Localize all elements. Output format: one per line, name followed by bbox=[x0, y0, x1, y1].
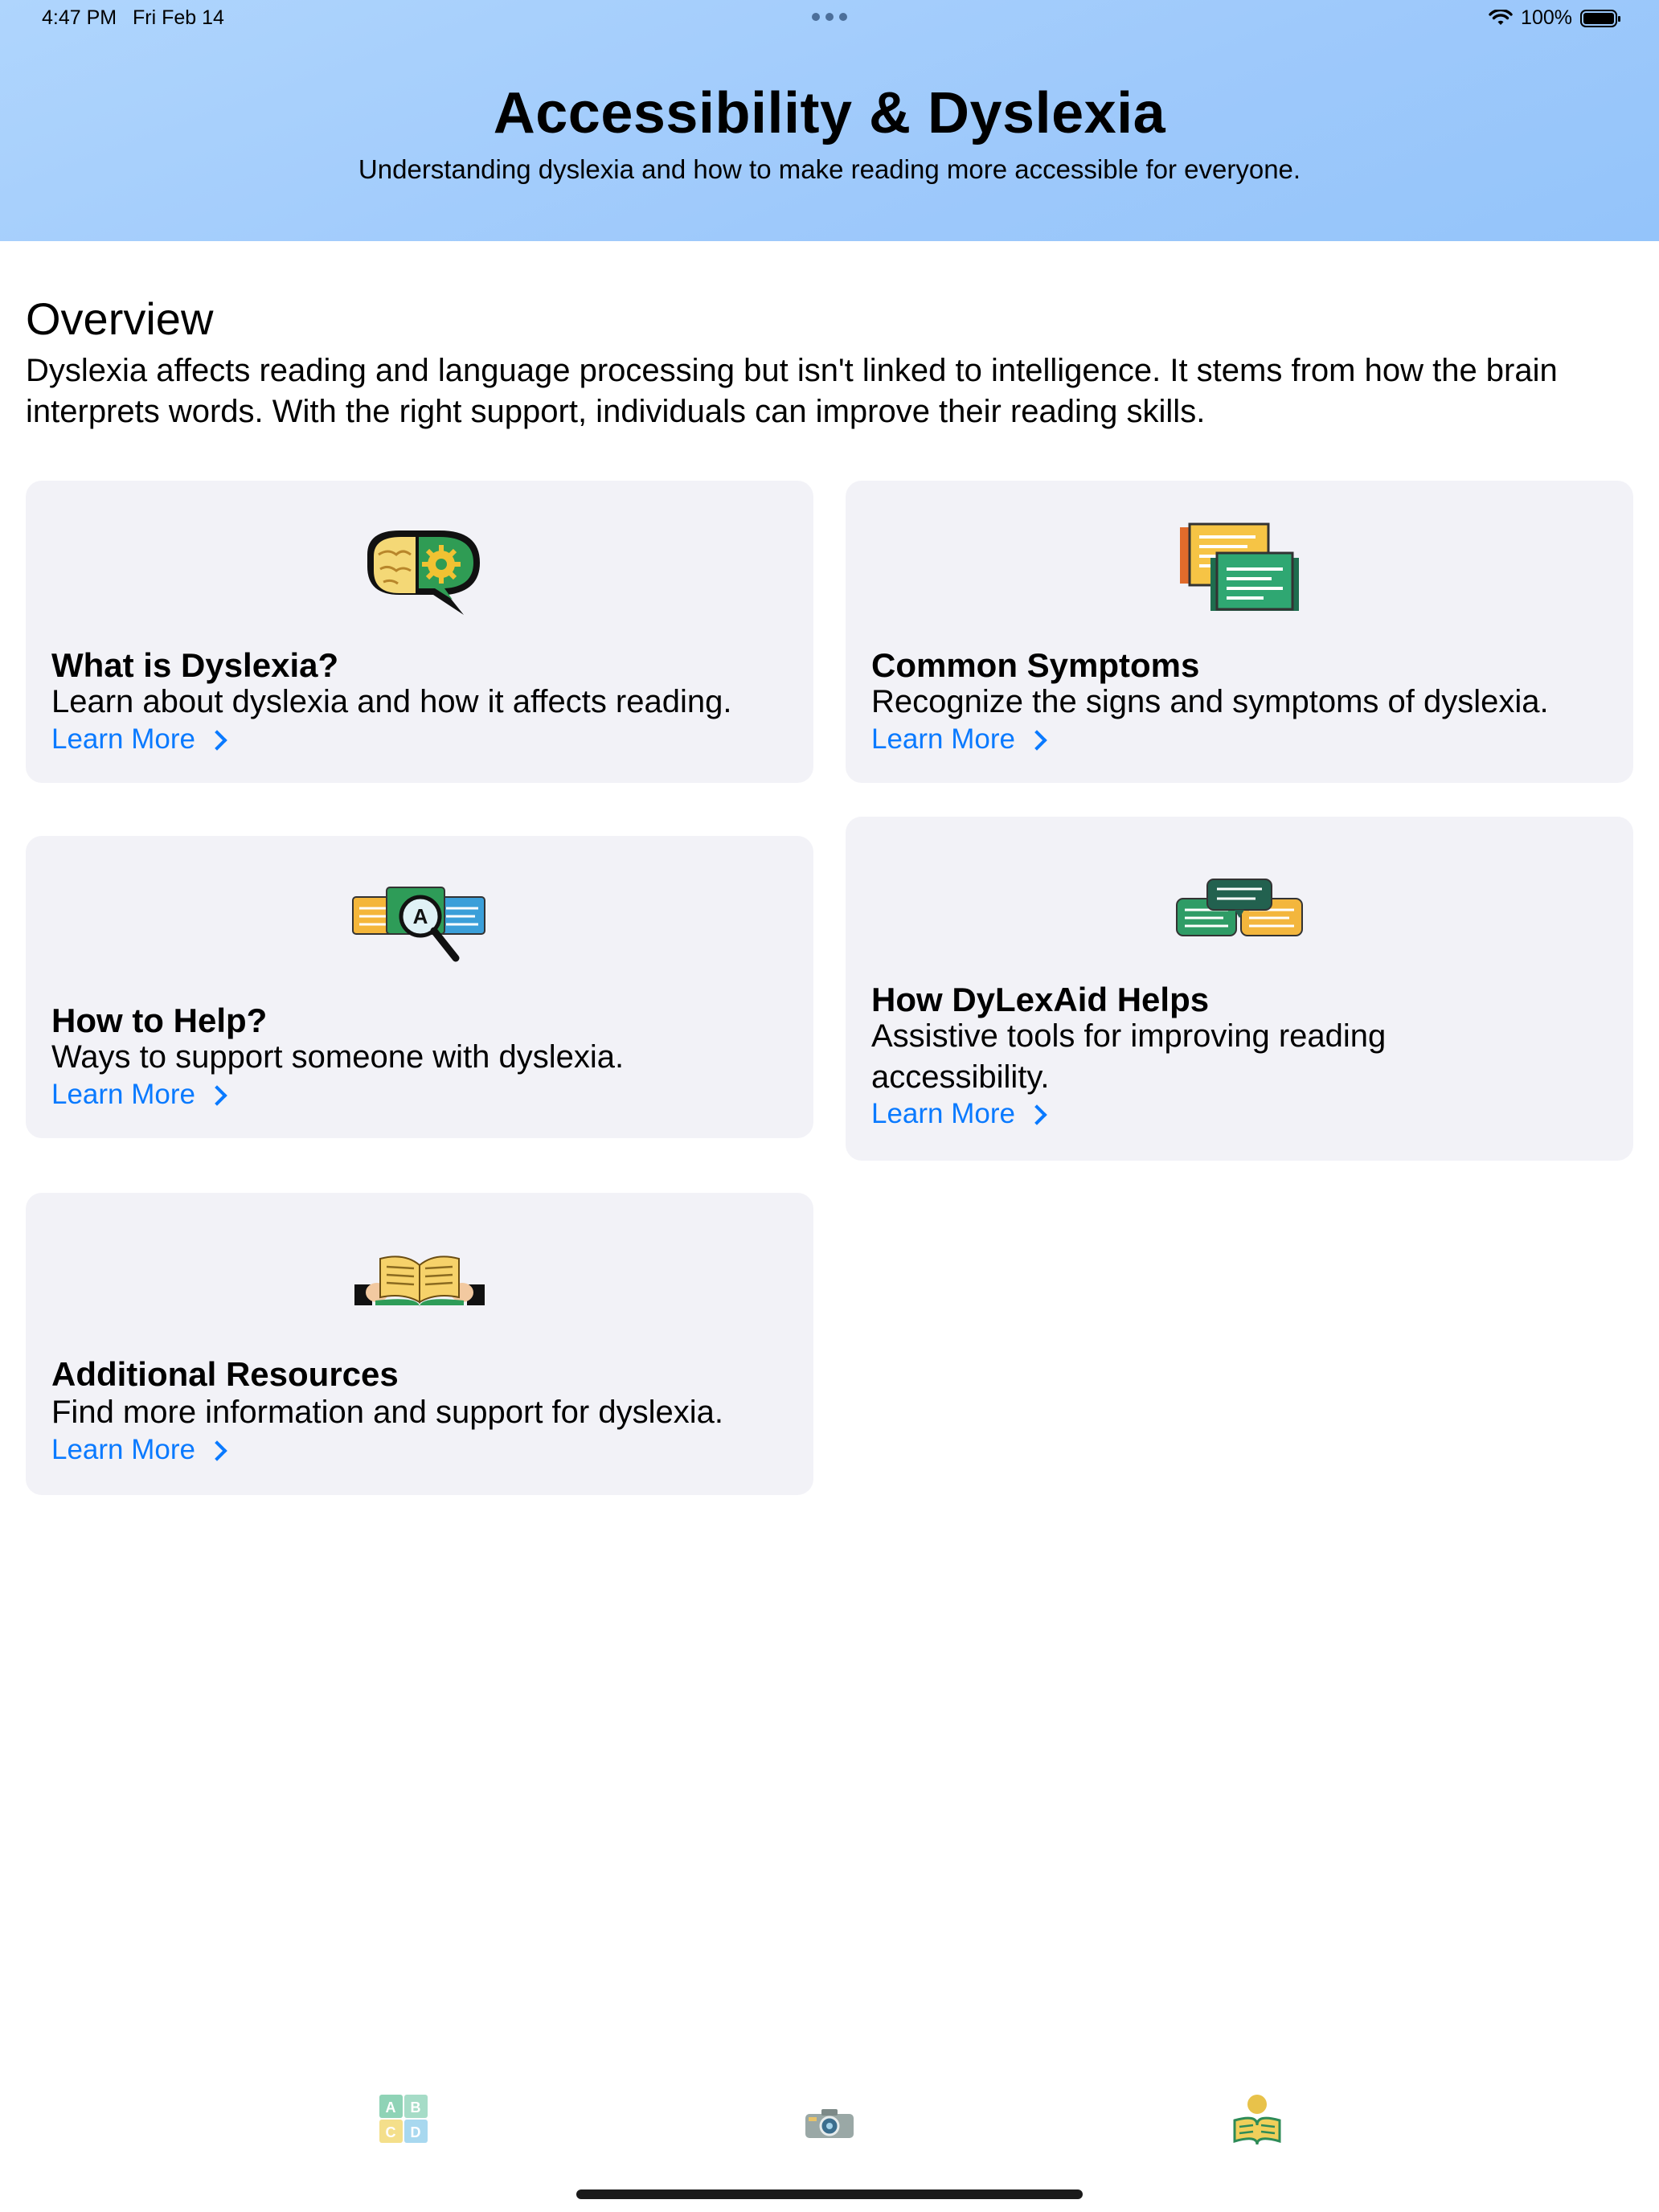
battery-percent: 100% bbox=[1521, 6, 1572, 29]
chevron-right-icon bbox=[207, 1440, 227, 1461]
learn-more-link[interactable]: Learn More bbox=[51, 1079, 227, 1111]
camera-icon[interactable] bbox=[804, 2108, 855, 2140]
card-title: What is Dyslexia? bbox=[51, 646, 339, 684]
card-how-to-help[interactable]: A How to Help? Ways to support someone w… bbox=[26, 836, 813, 1138]
wifi-icon bbox=[1489, 9, 1513, 25]
svg-text:A: A bbox=[413, 904, 428, 928]
status-time: 4:47 PM bbox=[42, 6, 117, 29]
chevron-right-icon bbox=[207, 1085, 227, 1106]
card-title: How DyLexAid Helps bbox=[871, 981, 1210, 1018]
multitasking-dots-icon[interactable] bbox=[812, 13, 847, 21]
svg-text:A: A bbox=[386, 2099, 396, 2116]
brain-gear-icon bbox=[367, 530, 480, 615]
card-title: Additional Resources bbox=[51, 1355, 399, 1393]
scrolls-icon bbox=[1180, 522, 1299, 611]
learn-more-link[interactable]: Learn More bbox=[871, 723, 1047, 756]
learn-more-label: Learn More bbox=[51, 1434, 195, 1465]
open-book-hands-icon bbox=[354, 1256, 485, 1307]
card-what-is-dyslexia[interactable]: What is Dyslexia? Learn about dyslexia a… bbox=[26, 481, 813, 783]
header: 4:47 PM Fri Feb 14 100% Accessibility & … bbox=[0, 0, 1659, 241]
card-description: Ways to support someone with dyslexia. bbox=[51, 1039, 625, 1075]
overview-text: Dyslexia affects reading and language pr… bbox=[26, 353, 1558, 429]
chat-bubbles-icon bbox=[1176, 879, 1303, 936]
home-indicator[interactable] bbox=[576, 2189, 1083, 2199]
card-how-dylexaid-helps[interactable]: How DyLexAid Helps Assistive tools for i… bbox=[846, 817, 1633, 1161]
overview-heading: Overview bbox=[26, 293, 214, 344]
page-subtitle: Understanding dyslexia and how to make r… bbox=[358, 154, 1301, 184]
card-description: Recognize the signs and symptoms of dysl… bbox=[871, 684, 1549, 719]
learn-more-link[interactable]: Learn More bbox=[871, 1098, 1047, 1130]
card-description: Learn about dyslexia and how it affects … bbox=[51, 684, 732, 719]
chevron-right-icon bbox=[207, 730, 227, 751]
chevron-right-icon bbox=[1026, 730, 1047, 751]
abcd-blocks-icon[interactable]: A B C D bbox=[378, 2093, 429, 2144]
card-description: Assistive tools for improving reading ac… bbox=[871, 1018, 1387, 1095]
reader-icon[interactable] bbox=[1231, 2093, 1283, 2144]
card-additional-resources[interactable]: Additional Resources Find more informati… bbox=[26, 1193, 813, 1495]
card-title: How to Help? bbox=[51, 1002, 268, 1039]
speech-bubbles-magnifier-icon: A bbox=[352, 887, 485, 962]
chevron-right-icon bbox=[1026, 1104, 1047, 1125]
card-description: Find more information and support for dy… bbox=[51, 1395, 723, 1430]
page-title: Accessibility & Dyslexia bbox=[493, 81, 1166, 145]
svg-text:C: C bbox=[386, 2124, 396, 2140]
learn-more-link[interactable]: Learn More bbox=[51, 723, 227, 756]
svg-text:B: B bbox=[411, 2099, 421, 2116]
status-right: 100% bbox=[1489, 6, 1620, 30]
card-title: Common Symptoms bbox=[871, 646, 1200, 684]
learn-more-label: Learn More bbox=[871, 1098, 1015, 1129]
learn-more-link[interactable]: Learn More bbox=[51, 1434, 227, 1466]
battery-icon bbox=[1580, 9, 1620, 27]
learn-more-label: Learn More bbox=[51, 723, 195, 755]
learn-more-label: Learn More bbox=[871, 723, 1015, 755]
learn-more-label: Learn More bbox=[51, 1079, 195, 1110]
svg-text:D: D bbox=[411, 2124, 421, 2140]
status-date: Fri Feb 14 bbox=[133, 6, 224, 29]
card-common-symptoms[interactable]: Common Symptoms Recognize the signs and … bbox=[846, 481, 1633, 783]
